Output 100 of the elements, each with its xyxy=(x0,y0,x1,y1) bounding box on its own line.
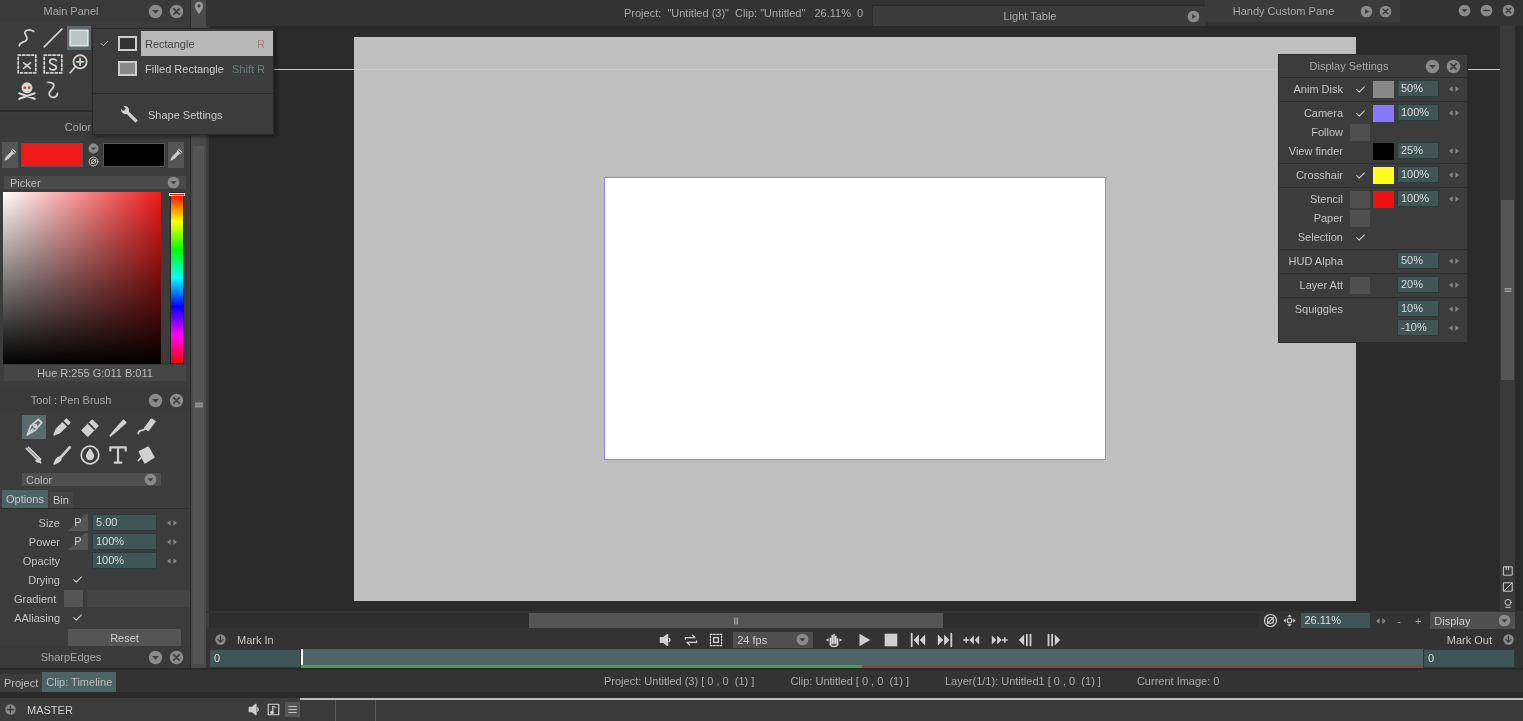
checkmark-icon[interactable] xyxy=(70,611,84,624)
horizontal-scrollbar[interactable] xyxy=(206,613,1259,628)
s-selection-icon[interactable] xyxy=(41,52,65,76)
slider-thumb[interactable] xyxy=(169,193,185,196)
fill-bucket-icon[interactable] xyxy=(134,443,158,467)
dropdown-icon[interactable] xyxy=(144,473,157,486)
checkmark-icon[interactable] xyxy=(1353,107,1367,120)
dropdown-icon[interactable] xyxy=(1498,614,1511,627)
skip-to-start-icon[interactable] xyxy=(909,630,928,649)
pencil-icon[interactable] xyxy=(50,415,74,439)
eyedropper-icon[interactable] xyxy=(168,142,184,168)
cut-selection-icon[interactable] xyxy=(15,52,39,76)
value-field[interactable]: 100% xyxy=(1397,190,1439,207)
checkmark-icon[interactable] xyxy=(1353,231,1367,244)
track-name: MASTER xyxy=(27,703,73,716)
diagonal-icon[interactable] xyxy=(1501,581,1514,593)
value-field[interactable]: 100% xyxy=(1397,166,1439,183)
zoom-in-icon[interactable] xyxy=(67,52,91,76)
color-swatch[interactable] xyxy=(1373,167,1394,184)
display-dropdown[interactable]: Display xyxy=(1430,612,1515,629)
collapse-icon[interactable] xyxy=(148,3,163,19)
gradient-swatch[interactable] xyxy=(64,590,83,607)
value-field[interactable]: 100% xyxy=(92,552,157,569)
fit-frame-icon[interactable] xyxy=(708,631,725,648)
menu-icon[interactable] xyxy=(285,702,300,717)
color-gradient-area[interactable] xyxy=(3,192,161,364)
value-field[interactable]: 100% xyxy=(1397,104,1439,121)
collapse-icon[interactable] xyxy=(148,649,163,665)
bottom-tab[interactable]: Project xyxy=(0,674,43,692)
brush-icon[interactable] xyxy=(50,443,74,467)
scroll-thumb[interactable] xyxy=(1501,200,1514,380)
dropdown-icon[interactable] xyxy=(167,176,180,189)
zoom-reset-icon[interactable] xyxy=(1262,613,1278,628)
pan-icon[interactable] xyxy=(1281,613,1297,628)
options-tab[interactable]: Options xyxy=(2,490,48,508)
zoom-field[interactable]: 26.11% xyxy=(1300,613,1371,628)
close-icon[interactable] xyxy=(1502,4,1515,17)
close-icon[interactable] xyxy=(169,649,184,665)
menu-item[interactable]: Filled Rectangle Shift R xyxy=(141,56,273,81)
value-field[interactable]: 50% xyxy=(1397,80,1439,97)
color-swatch[interactable] xyxy=(1373,191,1394,208)
music-icon[interactable] xyxy=(266,702,281,717)
reset-button[interactable]: Reset xyxy=(68,629,181,646)
mark-out-icon[interactable] xyxy=(1502,633,1515,646)
primary-color-swatch[interactable] xyxy=(21,143,83,167)
value-field[interactable]: 10% xyxy=(1397,300,1439,317)
menu-item[interactable]: Rectangle R xyxy=(141,31,273,56)
dropdown-icon[interactable] xyxy=(796,633,810,646)
expand-icon[interactable] xyxy=(1360,4,1373,18)
type-tool-icon[interactable] xyxy=(106,443,130,467)
drop-icon[interactable] xyxy=(78,443,102,467)
bottom-tab[interactable]: Clip: Timeline xyxy=(42,672,117,692)
value-field[interactable]: 20% xyxy=(1397,276,1439,293)
picker-dropdown[interactable]: Picker xyxy=(4,176,186,189)
add-icon[interactable] xyxy=(4,703,17,716)
ruler-icon[interactable] xyxy=(1501,565,1514,577)
swap-icon[interactable] xyxy=(87,143,99,154)
collapse-icon[interactable] xyxy=(1458,4,1471,17)
speaker-icon[interactable] xyxy=(247,702,262,717)
pen-nib-icon[interactable] xyxy=(22,415,46,439)
pressure-toggle[interactable]: P xyxy=(68,514,88,531)
frame-field[interactable]: 0 xyxy=(209,649,301,668)
pressure-toggle[interactable]: P xyxy=(68,533,88,550)
value-field[interactable]: 50% xyxy=(1397,252,1439,269)
menu-item[interactable]: Shape Settings xyxy=(93,100,273,130)
checkmark-icon[interactable] xyxy=(70,573,84,586)
frame-field[interactable]: 0 xyxy=(1423,649,1515,668)
expand-icon[interactable] xyxy=(1187,9,1200,23)
panel-scrollbar[interactable] xyxy=(193,146,204,664)
minimize-icon[interactable] xyxy=(1480,4,1493,17)
color-swatch[interactable] xyxy=(1373,81,1394,98)
checkmark-icon[interactable] xyxy=(1353,83,1367,96)
eyedropper-icon[interactable] xyxy=(2,142,18,168)
checkmark-icon[interactable] xyxy=(1353,169,1367,182)
lamp-icon[interactable] xyxy=(1501,597,1514,609)
collapse-icon[interactable] xyxy=(148,392,163,408)
scroll-thumb[interactable] xyxy=(529,613,943,628)
skip-to-end-icon[interactable] xyxy=(936,630,955,649)
zoom-out-button[interactable]: - xyxy=(1392,614,1406,627)
fps-dropdown[interactable]: 24 fps xyxy=(733,631,814,648)
color-swatch[interactable] xyxy=(1373,105,1394,122)
options-tab[interactable]: Bin xyxy=(48,492,73,508)
line-tool-icon[interactable] xyxy=(41,26,65,50)
secondary-color-swatch[interactable] xyxy=(103,143,165,167)
value-field[interactable]: 25% xyxy=(1397,142,1439,159)
vertical-scrollbar[interactable] xyxy=(1500,26,1515,611)
zoom-in-button[interactable]: + xyxy=(1409,614,1427,627)
collapse-icon[interactable] xyxy=(1425,58,1440,74)
color-swatch[interactable] xyxy=(1373,143,1394,160)
value-field[interactable]: -10% xyxy=(1397,319,1439,336)
value-field[interactable]: 100% xyxy=(92,533,157,550)
close-icon[interactable] xyxy=(1446,58,1461,74)
mark-in-icon[interactable] xyxy=(214,633,227,646)
close-icon[interactable] xyxy=(169,3,184,19)
rectangle-tool-icon[interactable] xyxy=(67,26,91,50)
value-field[interactable]: 5.00 xyxy=(92,514,157,531)
close-icon[interactable] xyxy=(1379,4,1392,18)
mode-dropdown[interactable]: Color xyxy=(22,473,161,486)
reset-colors-icon[interactable] xyxy=(87,156,99,167)
close-icon[interactable] xyxy=(169,392,184,408)
